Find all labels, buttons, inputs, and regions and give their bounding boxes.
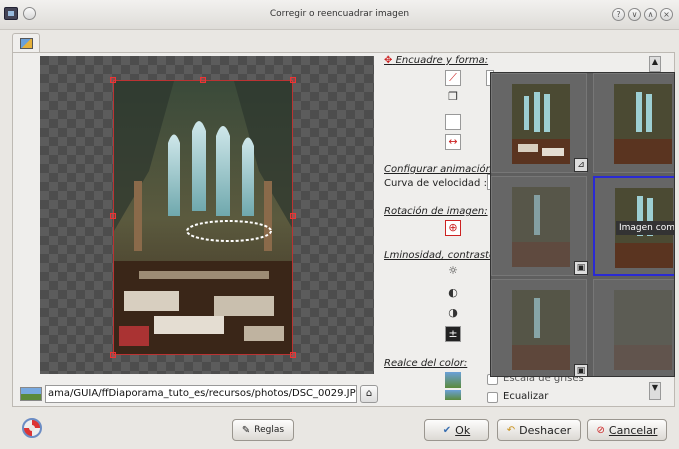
undo-button-label: Deshacer (519, 423, 572, 437)
window-title: Corregir o reencuadrar imagen (269, 9, 410, 19)
help-lifebuoy-icon[interactable] (22, 418, 42, 438)
crop-handle-top-left[interactable] (110, 77, 116, 83)
preset-cell-3[interactable]: ▣ (491, 176, 588, 276)
rotation-tool-icon[interactable]: ⊕ (445, 220, 461, 236)
preset-thumbnail-5 (512, 290, 570, 370)
preset-tooltip: Imagen com (616, 221, 674, 235)
tab-image[interactable] (12, 33, 40, 53)
preset-cell-2[interactable] (593, 73, 674, 173)
undo-icon: ↶ (506, 424, 516, 436)
ruler-icon: ✎ (241, 424, 251, 436)
scroll-down-arrow[interactable]: ▼ (649, 382, 661, 400)
brightness-icon: ☼ (448, 264, 458, 277)
gamma-icon: ◑ (448, 306, 458, 319)
crop-handle-bottom-right[interactable] (290, 352, 296, 358)
preset-thumbnail-1 (512, 84, 570, 164)
preset-thumbnail-3 (512, 187, 570, 267)
equalize-label: Ecualizar (503, 391, 549, 402)
church-interior-image (114, 81, 292, 354)
folder-open-icon[interactable]: ⌂ (360, 385, 378, 403)
luminosity-section-label: Lminosidad, contraste (384, 250, 496, 261)
image-file-icon (20, 387, 42, 401)
preset-thumbnail-2 (614, 84, 672, 164)
help-icon[interactable]: ? (612, 8, 625, 21)
cancel-button[interactable]: ⊘ Cancelar (587, 419, 667, 441)
preset-badge-icon-5: ▣ (574, 364, 588, 376)
equalize-checkbox[interactable] (487, 392, 498, 403)
animation-section-label: Configurar animación: (384, 164, 496, 175)
file-path-field[interactable]: ama/GUIA/ffDiaporama_tuto_es/recursos/ph… (45, 385, 357, 403)
ok-button-label: Ok (455, 423, 471, 437)
scroll-up-arrow[interactable]: ▲ (649, 56, 661, 72)
speed-curve-label: Curva de velocidad : (384, 178, 487, 189)
preset-cell-1[interactable]: ⊿ (491, 73, 588, 173)
undo-button[interactable]: ↶ Deshacer (497, 419, 581, 441)
color-adjust-icon (445, 372, 461, 388)
rules-button[interactable]: ✎ Reglas (232, 419, 294, 441)
rectangle-tool-icon[interactable] (445, 114, 461, 130)
window-titlebar: Corregir o reencuadrar imagen ? ∨ ∧ × (0, 0, 679, 30)
image-tab-icon (20, 38, 33, 49)
preset-cell-5[interactable]: ▣ (491, 279, 588, 376)
width-tool-icon[interactable]: ↔ (445, 134, 461, 150)
close-icon[interactable]: × (660, 8, 673, 21)
ok-button[interactable]: ✔ Ok (424, 419, 489, 441)
minimize-icon[interactable]: ∨ (628, 8, 641, 21)
titlebar-right-controls: ? ∨ ∧ × (612, 8, 673, 21)
diagonal-tool-icon[interactable]: ⟋ (445, 70, 461, 86)
framing-section-label: ✥ Encuadre y forma: (384, 55, 488, 66)
contrast-icon: ◐ (448, 286, 458, 299)
preview-photo[interactable] (113, 80, 293, 355)
crop-handle-right[interactable] (290, 213, 296, 219)
equalize-icon (445, 390, 461, 400)
rules-button-label: Reglas (254, 425, 285, 435)
file-path-bar: ama/GUIA/ffDiaporama_tuto_es/recursos/ph… (20, 384, 378, 404)
crop-handle-left[interactable] (110, 213, 116, 219)
crop-handle-bottom-left[interactable] (110, 352, 116, 358)
framing-presets-popup: ⊿ ▣ ▣ Imagen com (490, 72, 675, 377)
rotation-section-label: Rotación de imagen: (384, 206, 488, 217)
exposure-icon: ± (445, 326, 461, 342)
layers-tool-icon[interactable]: ❐ (445, 90, 461, 106)
preset-thumbnail-6 (614, 290, 672, 370)
cancel-button-label: Cancelar (608, 423, 658, 437)
crop-handle-top-right[interactable] (290, 77, 296, 83)
maximize-icon[interactable]: ∧ (644, 8, 657, 21)
preset-badge-icon-1: ⊿ (574, 158, 588, 172)
color-section-label: Realce del color: (384, 358, 468, 369)
cancel-icon: ⊘ (596, 424, 605, 436)
preset-badge-icon-3: ▣ (574, 261, 588, 275)
framing-icon: ✥ (384, 55, 393, 66)
checkmark-icon: ✔ (442, 424, 452, 436)
crop-handle-top[interactable] (200, 77, 206, 83)
framing-label: Encuadre y forma: (395, 55, 489, 66)
preset-cell-6[interactable] (593, 279, 674, 376)
